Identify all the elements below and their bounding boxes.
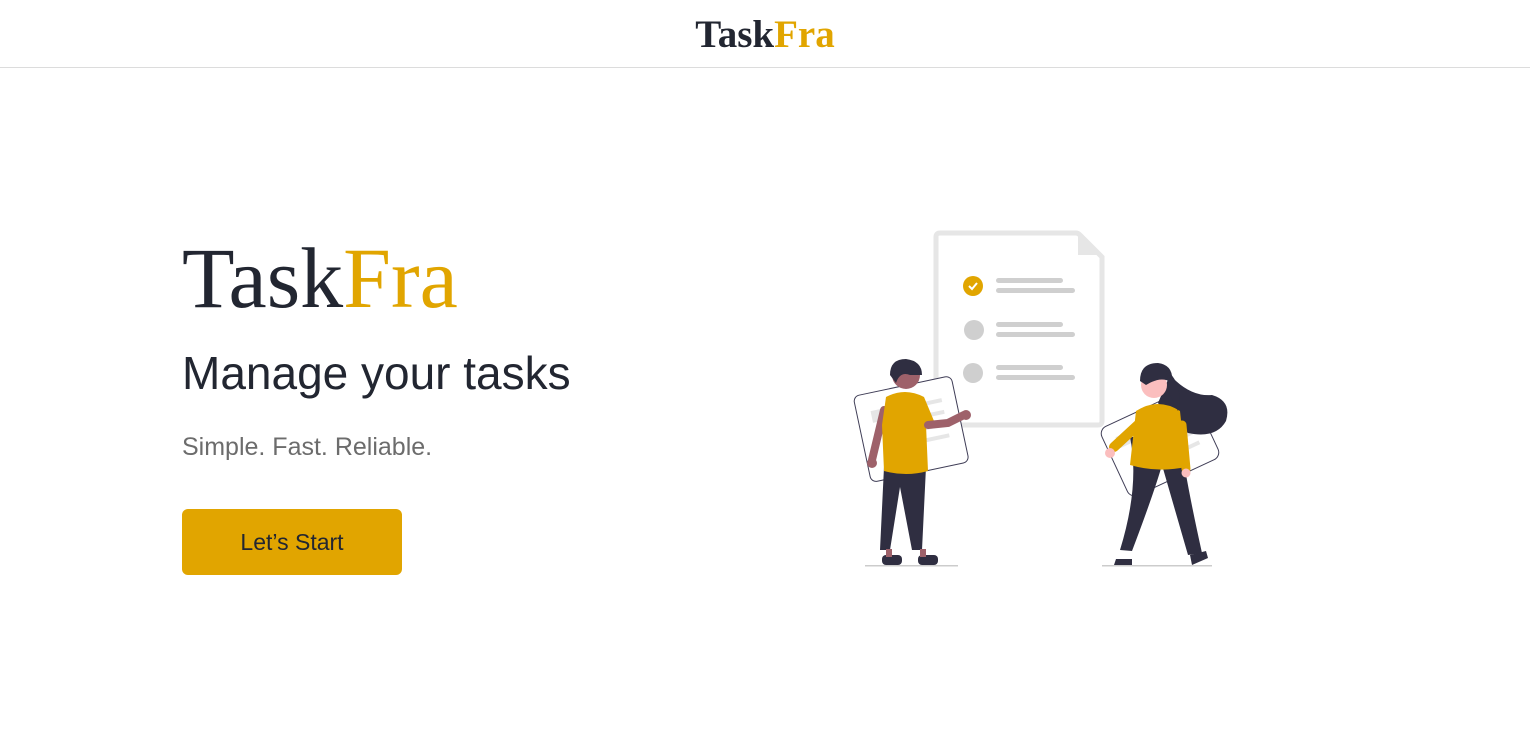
lets-start-button[interactable]: Let’s Start [182, 509, 402, 575]
task-checklist-illustration [853, 230, 1228, 567]
checked-item-icon [963, 276, 983, 296]
navbar-brand-logo[interactable]: TaskFra [695, 12, 834, 57]
unchecked-item-icon [963, 363, 983, 383]
top-navbar: TaskFra [0, 0, 1530, 68]
navbar-brand-part-task: Task [695, 13, 775, 56]
hero-brand-heading: TaskFra [182, 228, 458, 328]
hero-brand-part-task: Task [182, 230, 344, 326]
woman-figure [1100, 363, 1228, 567]
man-figure [853, 359, 971, 567]
unchecked-item-icon [964, 320, 984, 340]
hero-title: Manage your tasks [182, 347, 571, 399]
checklist-document [933, 230, 1105, 428]
hero-brand-part-fra: Fra [343, 230, 458, 326]
hero-tagline: Simple. Fast. Reliable. [182, 433, 433, 461]
navbar-brand-part-fra: Fra [774, 13, 835, 56]
